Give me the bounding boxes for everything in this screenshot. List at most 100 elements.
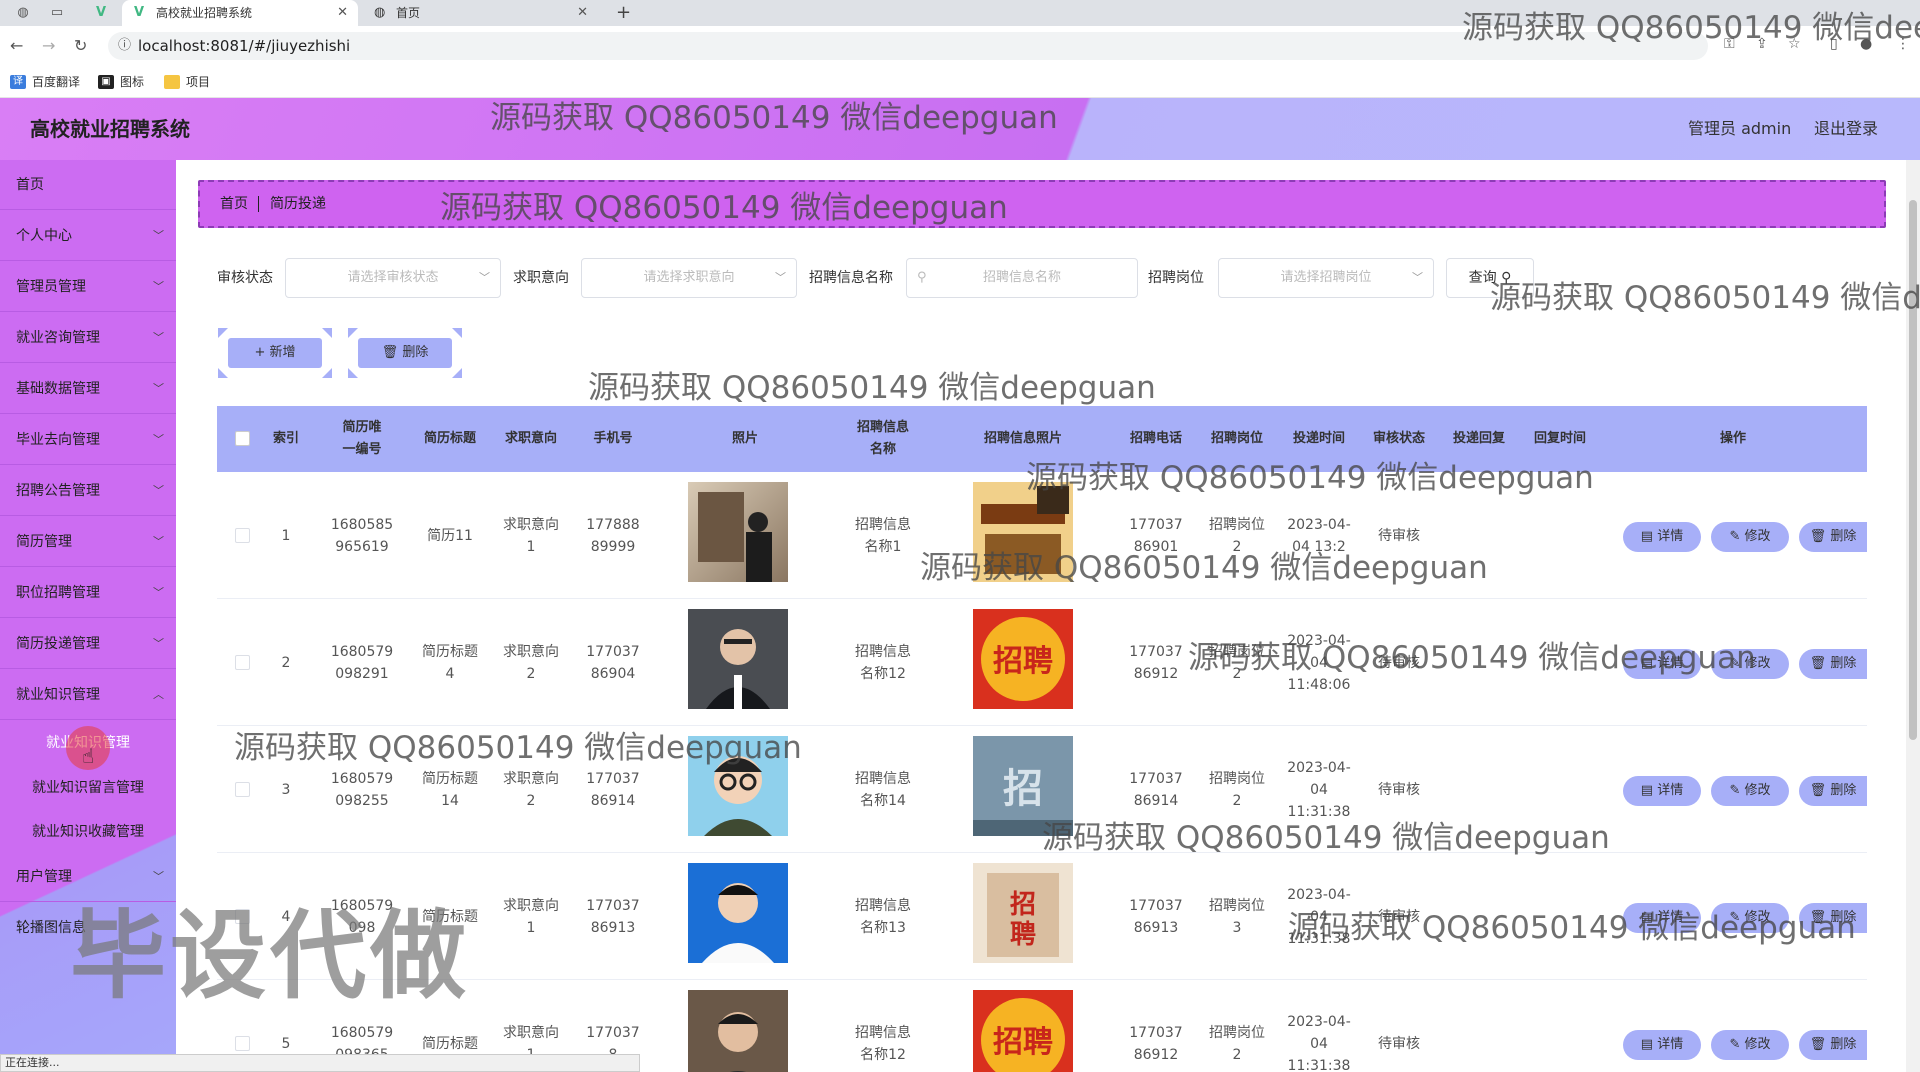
forward-icon[interactable]: → [42, 36, 55, 56]
col-job-photo: 招聘信息照片 [983, 431, 1062, 446]
edit-button[interactable]: ✎ 修改 [1711, 776, 1789, 806]
trash-icon: 🗑 [1809, 1037, 1827, 1052]
info-icon[interactable]: ⓘ [118, 32, 131, 60]
cell-status: 待审核 [1378, 654, 1420, 671]
svg-text:招聘: 招聘 [993, 1025, 1053, 1060]
row-checkbox[interactable] [235, 1036, 250, 1051]
page-scrollbar[interactable] [1906, 160, 1920, 1072]
doc-icon: ▤ [1640, 910, 1654, 925]
doc-icon: ▤ [1640, 529, 1654, 544]
sidebar-item-basedata[interactable]: 基础数据管理 ﹀ [0, 364, 176, 414]
delete-button[interactable]: 🗑 删除 [1799, 522, 1867, 552]
cell-intent: 求职意向2 [503, 643, 559, 682]
back-icon[interactable]: ← [10, 36, 23, 56]
scrollbar-thumb[interactable] [1909, 200, 1917, 740]
job-name-input[interactable]: ⚲ 招聘信息名称 [906, 258, 1138, 298]
edit-button[interactable]: ✎ 修改 [1711, 1030, 1789, 1060]
close-icon[interactable]: ✕ [337, 0, 348, 26]
delete-button[interactable]: 🗑 删除 [1799, 649, 1867, 679]
cell-post: 招聘岗位2 [1209, 770, 1265, 809]
url-field[interactable]: ⓘ localhost:8081/#/jiuyezhishi [108, 32, 1708, 60]
sidebar-subitem-knowledge-comments[interactable]: 就业知识留言管理 [0, 766, 176, 810]
bookmark-project[interactable]: 项目 [164, 72, 210, 92]
big-watermark: 毕设代做 [70, 900, 470, 1012]
detail-button[interactable]: ▤ 详情 [1623, 649, 1701, 679]
browser-tab-active[interactable]: V 高校就业招聘系统 ✕ [122, 0, 358, 26]
chevron-down-icon: ﹀ [153, 586, 164, 599]
detail-button[interactable]: ▤ 详情 [1623, 776, 1701, 806]
browser-tab[interactable]: ◍ 首页 ✕ [362, 0, 598, 26]
cell-job-phone: 17703786912 [1129, 1024, 1183, 1063]
pencil-icon: ✎ [1729, 529, 1741, 544]
query-button[interactable]: 查询 ⚲ [1446, 258, 1534, 298]
cell-phone: 17703786914 [586, 770, 640, 809]
pencil-icon: ✎ [1729, 1037, 1741, 1052]
chevron-down-icon: ﹀ [153, 331, 164, 344]
sidepanel-icon[interactable]: ▯ [1830, 36, 1838, 52]
row-checkbox[interactable] [235, 655, 250, 670]
breadcrumb-separator [258, 196, 259, 212]
detail-button[interactable]: ▤ 详情 [1623, 903, 1701, 933]
cell-reply-time [1521, 980, 1599, 1072]
sidebar-item-home[interactable]: 首页 [0, 160, 176, 210]
row-checkbox[interactable] [235, 528, 250, 543]
sidebar-item-knowledge[interactable]: 就业知识管理 ︿ [0, 670, 176, 720]
close-icon[interactable]: ✕ [577, 0, 588, 26]
star-icon[interactable]: ☆ [1788, 36, 1801, 52]
url-text: localhost:8081/#/jiuyezhishi [138, 37, 351, 55]
bulk-delete-button[interactable]: 🗑 删除 [348, 328, 462, 378]
watermark: 源码获取 QQ86050149 微信deepguan [588, 370, 1156, 406]
cell-title: 简历标题14 [422, 770, 478, 809]
reload-icon[interactable]: ↻ [74, 36, 87, 56]
col-index: 索引 [272, 431, 299, 446]
sidebar-item-personal[interactable]: 个人中心 ﹀ [0, 211, 176, 261]
sidebar-item-admins[interactable]: 管理员管理 ﹀ [0, 262, 176, 312]
select-all-checkbox[interactable] [235, 431, 250, 446]
profile-icon[interactable]: ● [1860, 36, 1872, 52]
job-photo: 招聘 [973, 990, 1073, 1072]
globe-icon[interactable]: ◍ [14, 4, 32, 22]
poster-icon: 招聘 [973, 609, 1073, 709]
sidebar-item-consult[interactable]: 就业咨询管理 ﹀ [0, 313, 176, 363]
sidebar-item-delivery[interactable]: 简历投递管理 ﹀ [0, 619, 176, 669]
detail-button[interactable]: ▤ 详情 [1623, 1030, 1701, 1060]
col-reply-time: 回复时间 [1533, 431, 1586, 446]
chevron-down-icon: ﹀ [775, 271, 786, 284]
post-select[interactable]: 请选择招聘岗位 ﹀ [1218, 258, 1434, 298]
edit-button[interactable]: ✎ 修改 [1711, 522, 1789, 552]
cell-job-name: 招聘信息名称1 [855, 516, 911, 555]
logout-link[interactable]: 退出登录 [1814, 98, 1878, 160]
add-button[interactable]: + 新增 [218, 328, 332, 378]
table-row: 3 1680579098255 简历标题14 求职意向2 17703786914… [217, 726, 1867, 853]
key-icon[interactable]: ⚿ [1724, 36, 1735, 52]
pencil-icon: ✎ [1729, 783, 1741, 798]
col-job-phone: 招聘电话 [1129, 431, 1182, 446]
breadcrumb-home[interactable]: 首页 [220, 182, 248, 226]
edit-button[interactable]: ✎ 修改 [1711, 903, 1789, 933]
delete-button[interactable]: 🗑 删除 [1799, 776, 1867, 806]
new-tab-button[interactable]: + [616, 0, 631, 26]
row-checkbox[interactable] [235, 782, 250, 797]
job-name-filter-label: 招聘信息名称 [809, 270, 893, 286]
intent-select[interactable]: 请选择求职意向 ﹀ [581, 258, 797, 298]
col-time: 投递时间 [1292, 431, 1345, 446]
resume-photo [688, 736, 788, 836]
sidebar-subitem-knowledge-favorites[interactable]: 就业知识收藏管理 [0, 810, 176, 854]
sidebar-item-jobs[interactable]: 职位招聘管理 ﹀ [0, 568, 176, 618]
vue-icon[interactable]: V [92, 4, 110, 22]
sidebar-item-graduate[interactable]: 毕业去向管理 ﹀ [0, 415, 176, 465]
blank-tab-icon[interactable]: ▭ [48, 4, 66, 22]
detail-button[interactable]: ▤ 详情 [1623, 522, 1701, 552]
status-select[interactable]: 请选择审核状态 ﹀ [285, 258, 501, 298]
bookmark-translate[interactable]: 译 百度翻译 [10, 72, 80, 92]
bookmark-icons[interactable]: ▣ 图标 [98, 72, 144, 92]
share-icon[interactable]: ⇪ [1756, 36, 1768, 52]
chevron-down-icon: ﹀ [479, 271, 490, 284]
chevron-down-icon: ﹀ [153, 637, 164, 650]
sidebar-item-notice[interactable]: 招聘公告管理 ﹀ [0, 466, 176, 516]
menu-icon[interactable]: ⋮ [1896, 36, 1910, 52]
sidebar-item-resume[interactable]: 简历管理 ﹀ [0, 517, 176, 567]
delete-button[interactable]: 🗑 删除 [1799, 1030, 1867, 1060]
delete-button[interactable]: 🗑 删除 [1799, 903, 1867, 933]
edit-button[interactable]: ✎ 修改 [1711, 649, 1789, 679]
